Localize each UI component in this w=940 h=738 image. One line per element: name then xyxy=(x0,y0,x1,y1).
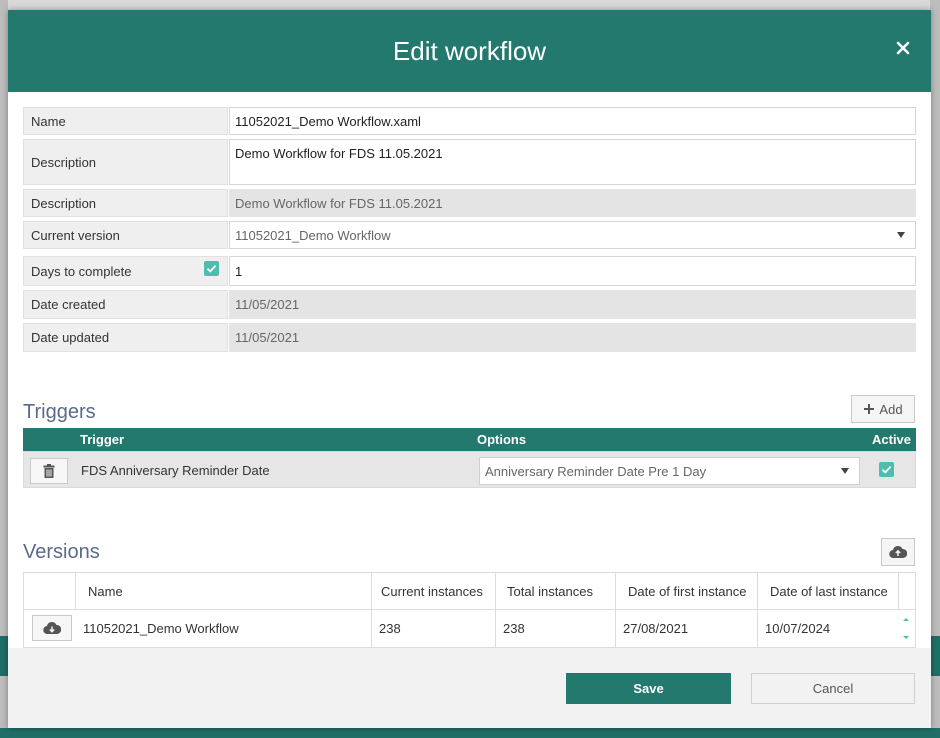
col-name: Name xyxy=(76,573,372,609)
description-edit-row: Description Demo Workflow for FDS 11.05.… xyxy=(23,139,916,185)
version-date-last: 10/07/2024 xyxy=(765,621,831,636)
version-current-instances: 238 xyxy=(372,610,496,647)
date-created-value: 11/05/2021 xyxy=(229,290,916,319)
description-textarea[interactable]: Demo Workflow for FDS 11.05.2021 xyxy=(229,139,916,185)
trigger-options-select[interactable]: Anniversary Reminder Date Pre 1 Day xyxy=(479,457,860,485)
col-active: Active xyxy=(872,432,912,447)
chevron-down-icon xyxy=(841,468,849,474)
cloud-upload-icon xyxy=(889,545,907,559)
close-icon[interactable] xyxy=(895,40,911,56)
version-action-cell xyxy=(24,610,76,647)
versions-header: Name Current instances Total instances D… xyxy=(24,573,915,610)
col-trigger: Trigger xyxy=(80,432,125,447)
version-total-instances: 238 xyxy=(496,610,616,647)
current-version-value: 11052021_Demo Workflow xyxy=(235,227,391,243)
background-right xyxy=(930,0,940,738)
version-name: 11052021_Demo Workflow xyxy=(76,610,372,647)
chevron-down-icon xyxy=(897,232,905,238)
save-button[interactable]: Save xyxy=(566,673,731,704)
date-created-label: Date created xyxy=(23,290,228,319)
days-to-complete-input[interactable]: 1 xyxy=(229,256,916,286)
col-current-instances: Current instances xyxy=(372,573,496,609)
plus-icon xyxy=(864,404,875,414)
days-to-complete-label: Days to complete xyxy=(23,256,228,286)
trash-icon xyxy=(43,464,55,478)
edit-workflow-dialog: Edit workflow Name 11052021_Demo Workflo… xyxy=(8,10,931,728)
name-input[interactable]: 11052021_Demo Workflow.xaml xyxy=(229,107,916,135)
days-to-complete-checkbox[interactable] xyxy=(204,261,219,276)
date-updated-row: Date updated 11/05/2021 xyxy=(23,323,916,352)
current-version-row: Current version 11052021_Demo Workflow xyxy=(23,221,916,249)
background-top xyxy=(0,0,940,10)
triggers-title: Triggers xyxy=(23,401,96,423)
col-date-first: Date of first instance xyxy=(616,573,758,609)
description-readonly-value: Demo Workflow for FDS 11.05.2021 xyxy=(229,189,916,217)
triggers-header: Trigger Options Active xyxy=(23,428,916,451)
date-created-row: Date created 11/05/2021 xyxy=(23,290,916,319)
delete-trigger-button[interactable] xyxy=(30,458,68,484)
current-version-select[interactable]: 11052021_Demo Workflow xyxy=(229,221,916,249)
trigger-option-value: Anniversary Reminder Date Pre 1 Day xyxy=(485,463,707,479)
dialog-header: Edit workflow xyxy=(8,10,931,92)
add-trigger-label: Add xyxy=(879,401,903,417)
background-left xyxy=(0,0,8,738)
trigger-name: FDS Anniversary Reminder Date xyxy=(81,463,270,478)
table-row: FDS Anniversary Reminder Date Anniversar… xyxy=(23,451,916,488)
versions-title: Versions xyxy=(23,541,100,563)
current-version-label: Current version xyxy=(23,221,228,249)
dialog-footer: Save Cancel xyxy=(8,648,931,728)
cloud-download-icon xyxy=(43,621,61,635)
dialog-title: Edit workflow xyxy=(392,36,547,66)
cancel-button[interactable]: Cancel xyxy=(751,673,915,704)
name-label: Name xyxy=(23,107,228,135)
versions-table: Name Current instances Total instances D… xyxy=(23,572,916,648)
date-updated-label: Date updated xyxy=(23,323,228,352)
trigger-active-checkbox[interactable] xyxy=(879,462,894,477)
background-bottom xyxy=(0,728,940,738)
date-updated-value: 11/05/2021 xyxy=(229,323,916,352)
days-to-complete-row: Days to complete 1 xyxy=(23,256,916,286)
upload-version-button[interactable] xyxy=(881,538,915,566)
table-row: 11052021_Demo Workflow 238 238 27/08/202… xyxy=(24,610,915,647)
description-label: Description xyxy=(23,139,228,185)
days-to-complete-text: Days to complete xyxy=(31,263,132,279)
col-total-instances: Total instances xyxy=(496,573,616,609)
col-date-last: Date of last instance xyxy=(758,573,899,609)
description-read-row: Description Demo Workflow for FDS 11.05.… xyxy=(23,189,916,217)
scrollbar[interactable] xyxy=(901,614,911,644)
description-readonly-label: Description xyxy=(23,189,228,217)
col-action xyxy=(24,573,76,609)
col-options: Options xyxy=(477,432,527,447)
version-date-first: 27/08/2021 xyxy=(616,610,758,647)
name-row: Name 11052021_Demo Workflow.xaml xyxy=(23,107,916,135)
add-trigger-button[interactable]: Add xyxy=(851,395,915,423)
download-version-button[interactable] xyxy=(32,615,72,641)
